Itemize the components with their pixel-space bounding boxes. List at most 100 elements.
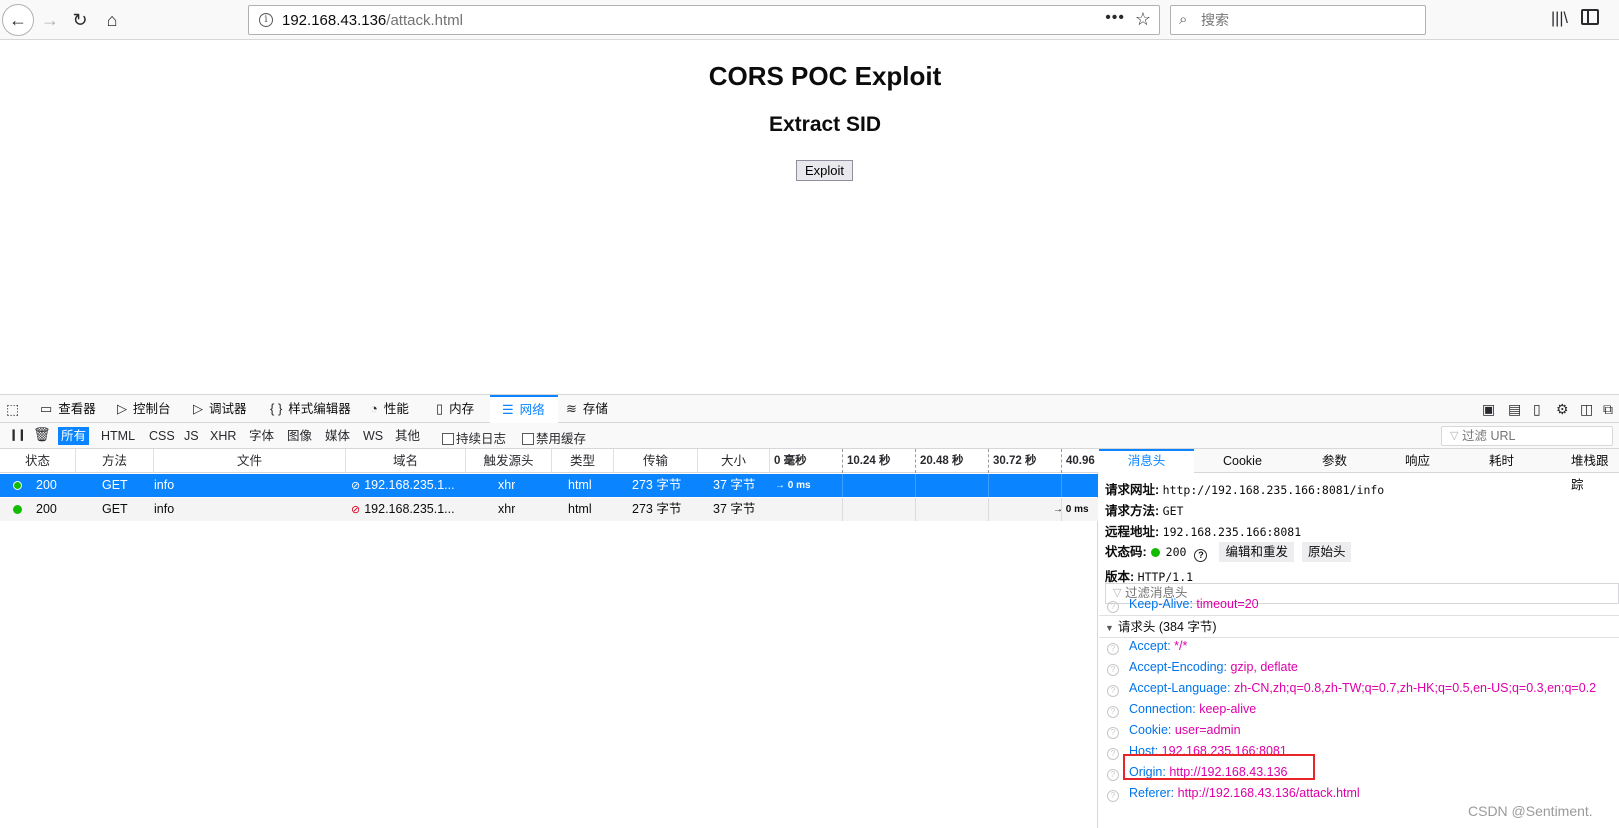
tab-params[interactable]: 参数 [1322, 449, 1347, 473]
table-row[interactable]: 200 GET info ⊘ 192.168.235.1... xhr html … [0, 474, 1098, 497]
header-row: ? Accept-Encoding: gzip, deflate [1107, 657, 1298, 677]
header-name: Cookie: [1129, 723, 1172, 737]
help-icon[interactable]: ? [1107, 643, 1119, 655]
tab-storage[interactable]: ≋ 存储 [566, 395, 608, 423]
site-info-icon[interactable]: i [259, 13, 273, 27]
request-list: 状态 方法 文件 域名 触发源头 类型 传输 大小 0 毫秒 10.24 秒 2… [0, 449, 1098, 828]
tab-label: 内存 [449, 402, 475, 416]
tab-timings[interactable]: 耗时 [1489, 449, 1514, 473]
help-icon[interactable]: ? [1194, 549, 1208, 562]
waterfall-timing: → 0 ms [1053, 504, 1089, 515]
checkbox[interactable] [522, 433, 534, 445]
tab-stack-trace[interactable]: 堆栈跟踪 [1571, 449, 1619, 492]
edit-resend-button[interactable]: 编辑和重发 [1219, 542, 1294, 562]
filter-url-box[interactable]: ▽ [1441, 426, 1613, 446]
filter-other[interactable]: 其他 [392, 427, 423, 445]
filter-fonts[interactable]: 字体 [246, 427, 277, 445]
help-icon[interactable]: ? [1107, 727, 1119, 739]
home-button[interactable]: ⌂ [96, 4, 128, 36]
cell-file: info [154, 502, 175, 516]
tab-headers[interactable]: 消息头 [1099, 449, 1194, 473]
column-type[interactable]: 类型 [552, 449, 614, 473]
help-icon[interactable]: ? [1107, 769, 1119, 781]
tab-memory[interactable]: ▯ 内存 [436, 395, 474, 423]
tab-console[interactable]: ▷ 控制台 [117, 395, 171, 423]
filter-js[interactable]: JS [181, 427, 202, 445]
timeline-gridline [988, 474, 989, 497]
timeline-tick: 0 毫秒 [774, 455, 807, 467]
tab-cookie[interactable]: Cookie [1223, 449, 1262, 473]
tab-network[interactable]: ☰ 网络 [490, 395, 558, 423]
tab-inspector[interactable]: ▭ 查看器 [40, 395, 96, 423]
request-method-row: 请求方法: GET [1105, 500, 1183, 519]
checkbox[interactable] [442, 433, 454, 445]
tab-label: 存储 [582, 402, 608, 416]
header-row-keep-alive: ? Keep-Alive: timeout=20 [1107, 594, 1259, 614]
persist-log-checkbox[interactable]: 持续日志 [442, 428, 506, 447]
tab-style-editor[interactable]: { } 样式编辑器 [270, 395, 351, 423]
request-headers-section[interactable]: ▼ 请求头 (384 字节) [1105, 617, 1217, 637]
column-method[interactable]: 方法 [76, 449, 154, 473]
exploit-button[interactable]: Exploit [796, 160, 853, 181]
responsive-icon[interactable]: ▯ [1533, 401, 1541, 418]
help-icon[interactable]: ? [1107, 706, 1119, 718]
column-transferred[interactable]: 传输 [614, 449, 698, 473]
header-name: Connection: [1129, 702, 1196, 716]
header-value: timeout=20 [1196, 597, 1259, 611]
table-row[interactable]: 200 GET info ⊘ 192.168.235.1... xhr html … [0, 498, 1098, 521]
tab-performance[interactable]: ◔ 性能 [370, 395, 409, 423]
tab-label: 控制台 [133, 402, 171, 416]
cell-status: 200 [36, 502, 57, 516]
sidebar-icon[interactable] [1581, 9, 1599, 25]
pause-icon[interactable]: ❙❙ [9, 428, 26, 441]
bookmark-star-icon[interactable]: ☆ [1135, 9, 1151, 30]
help-icon[interactable]: ? [1107, 601, 1119, 613]
filter-url-input[interactable] [1462, 429, 1602, 443]
status-dot [1150, 548, 1160, 557]
filter-all[interactable]: 所有 [58, 427, 90, 445]
filter-images[interactable]: 图像 [284, 427, 315, 445]
filter-media[interactable]: 媒体 [322, 427, 353, 445]
reload-icon: ↻ [72, 9, 88, 30]
column-cause[interactable]: 触发源头 [466, 449, 552, 473]
split-console-icon[interactable]: ▤ [1508, 401, 1521, 418]
help-icon[interactable]: ? [1107, 664, 1119, 676]
filter-html[interactable]: HTML [98, 427, 138, 445]
filter-ws[interactable]: WS [360, 427, 386, 445]
undock-icon[interactable]: ⧉ [1603, 401, 1613, 418]
remote-address-value: 192.168.235.166:8081 [1162, 525, 1302, 539]
remote-address-row: 远程地址: 192.168.235.166:8081 [1105, 521, 1301, 540]
help-icon[interactable]: ? [1107, 685, 1119, 697]
gear-icon[interactable]: ⚙ [1556, 401, 1569, 418]
help-icon[interactable]: ? [1107, 790, 1119, 802]
search-bar[interactable]: ⌕ [1170, 5, 1426, 35]
forward-button[interactable]: → [34, 4, 66, 36]
url-bar[interactable]: i 192.168.43.136/attack.html ••• ☆ [248, 5, 1160, 35]
sidebar-toggle-icon[interactable]: ◫ [1580, 401, 1593, 418]
pick-element-icon[interactable]: ⬚ [6, 401, 19, 418]
request-url-value: http://192.168.235.166:8081/info [1162, 483, 1385, 497]
column-domain[interactable]: 域名 [346, 449, 466, 473]
arrow-left-icon: ← [9, 9, 27, 30]
back-button[interactable]: ← [2, 4, 34, 36]
tab-debugger[interactable]: ▷ 调试器 [193, 395, 247, 423]
library-icon[interactable]: |||\ [1551, 10, 1568, 28]
filter-css[interactable]: CSS [146, 427, 178, 445]
column-status[interactable]: 状态 [0, 449, 76, 473]
search-input[interactable] [1201, 12, 1401, 28]
dock-icon[interactable]: ▣ [1482, 401, 1495, 418]
help-icon[interactable]: ? [1107, 748, 1119, 760]
filter-xhr[interactable]: XHR [207, 427, 239, 445]
network-icon: ☰ [502, 402, 514, 417]
trash-icon[interactable]: 🗑 [33, 426, 51, 443]
raw-headers-button[interactable]: 原始头 [1301, 542, 1352, 562]
tab-response[interactable]: 响应 [1405, 449, 1430, 473]
column-file[interactable]: 文件 [154, 449, 346, 473]
insecure-lock-icon: ⊘ [351, 504, 361, 516]
column-size[interactable]: 大小 [698, 449, 770, 473]
disable-cache-checkbox[interactable]: 禁用缓存 [522, 428, 586, 447]
reload-button[interactable]: ↻ [64, 4, 96, 36]
request-method-value: GET [1162, 504, 1184, 518]
page-actions-icon[interactable]: ••• [1105, 9, 1125, 27]
url-text[interactable]: 192.168.43.136/attack.html [282, 12, 463, 29]
